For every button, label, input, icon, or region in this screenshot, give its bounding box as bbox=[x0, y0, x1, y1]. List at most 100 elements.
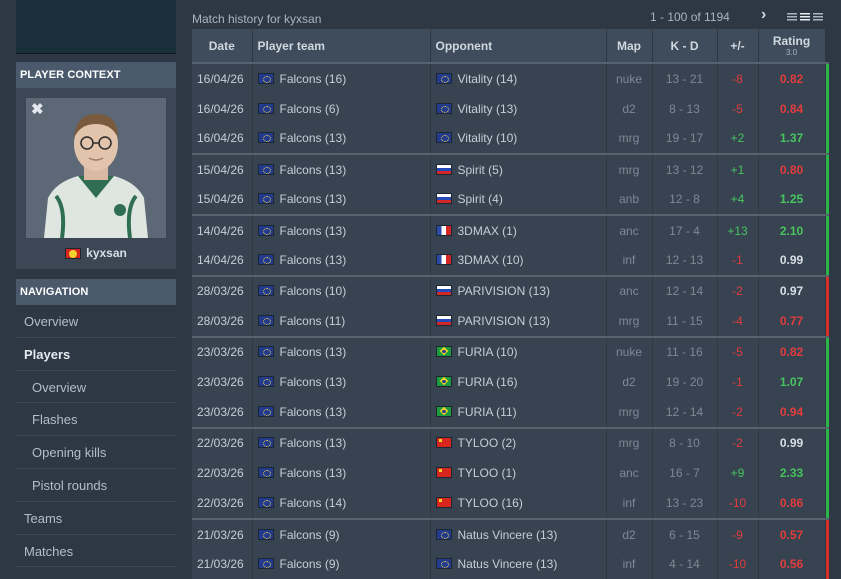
cell-player-team[interactable]: Falcons (13) bbox=[252, 213, 431, 246]
flag-eu-icon bbox=[257, 102, 274, 114]
cell-opponent[interactable]: Spirit (5) bbox=[430, 153, 607, 185]
flag-ru-icon bbox=[435, 163, 452, 175]
cell-map: inf bbox=[606, 245, 653, 276]
cell-opponent[interactable]: Vitality (10) bbox=[430, 123, 607, 155]
table-row[interactable]: 22/03/26 Falcons (13) TYLOO (2) mrg 8 - 10 -2… bbox=[192, 426, 829, 459]
table-row[interactable]: 15/04/26 Falcons (13) Spirit (4) anb 12 - 8 +… bbox=[192, 184, 829, 215]
nav-item-players[interactable]: Players bbox=[16, 338, 176, 371]
table-row[interactable]: 16/04/26 Falcons (6) Vitality (13) d2 8 - 13… bbox=[192, 93, 829, 124]
team-name: Falcons (14) bbox=[279, 496, 347, 511]
cell-player-team[interactable]: Falcons (16) bbox=[252, 61, 431, 94]
cell-player-team[interactable]: Falcons (6) bbox=[252, 93, 431, 124]
cell-player-team[interactable]: Falcons (9) bbox=[252, 549, 431, 579]
col-player-team[interactable]: Player team bbox=[252, 29, 431, 63]
nav-item-flashes[interactable]: Flashes bbox=[16, 403, 176, 437]
cell-opponent[interactable]: Spirit (4) bbox=[430, 184, 607, 215]
cell-player-team[interactable]: Falcons (14) bbox=[252, 488, 431, 519]
cell-diff: -1 bbox=[717, 245, 759, 276]
cell-player-team[interactable]: Falcons (11) bbox=[252, 306, 431, 337]
table-row[interactable]: 23/03/26 Falcons (13) FURIA (16) d2 19 - 20-… bbox=[192, 366, 829, 398]
cell-player-team[interactable]: Falcons (13) bbox=[252, 184, 431, 215]
table-row[interactable]: 15/04/26 Falcons (13) Spirit (5) mrg 13 - 12… bbox=[192, 153, 829, 185]
cell-player-team[interactable]: Falcons (9) bbox=[252, 517, 431, 550]
cell-opponent[interactable]: FURIA (11) bbox=[430, 397, 607, 428]
cell-player-team[interactable]: Falcons (13) bbox=[252, 153, 431, 185]
cell-diff: -2 bbox=[717, 426, 759, 459]
pagination-status: 1 - 100 of 1194 bbox=[650, 10, 730, 24]
cell-opponent[interactable]: 3DMAX (10) bbox=[430, 245, 607, 276]
cell-player-team[interactable]: Falcons (13) bbox=[252, 366, 431, 398]
cell-player-team[interactable]: Falcons (13) bbox=[252, 245, 431, 276]
table-row[interactable]: 28/03/26 Falcons (10) PARIVISION (13) anc 12… bbox=[192, 274, 829, 307]
flag-fr-icon bbox=[435, 254, 452, 266]
cell-opponent[interactable]: FURIA (10) bbox=[430, 335, 607, 367]
cell-opponent[interactable]: TYLOO (2) bbox=[430, 426, 607, 459]
col-rating[interactable]: Rating 3.0 bbox=[758, 29, 826, 63]
cell-diff: +4 bbox=[717, 184, 759, 215]
cell-opponent[interactable]: Vitality (14) bbox=[430, 61, 607, 94]
cell-player-team[interactable]: Falcons (13) bbox=[252, 123, 431, 155]
next-page-icon[interactable]: › bbox=[761, 6, 766, 24]
team-name: Falcons (6) bbox=[279, 101, 340, 116]
cell-opponent[interactable]: 3DMAX (1) bbox=[430, 213, 607, 246]
flag-eu-icon bbox=[257, 497, 274, 509]
table-row[interactable]: 23/03/26 Falcons (13) FURIA (11) mrg 12 - 14… bbox=[192, 397, 829, 428]
team-name: Falcons (13) bbox=[279, 436, 347, 451]
nav-item-pistol-rounds[interactable]: Pistol rounds bbox=[16, 469, 176, 502]
cell-opponent[interactable]: Vitality (13) bbox=[430, 93, 607, 124]
cell-kd: 12 - 14 bbox=[652, 397, 718, 428]
table-row[interactable]: 16/04/26 Falcons (16) Vitality (14) nuke 13 … bbox=[192, 61, 829, 94]
nav-item-players-overview[interactable]: Overview bbox=[16, 371, 176, 404]
cell-kd: 13 - 21 bbox=[652, 61, 718, 94]
opponent-name: Natus Vincere (13) bbox=[457, 527, 558, 542]
team-name: Falcons (13) bbox=[279, 253, 347, 268]
nav-item-overview[interactable]: Overview bbox=[16, 305, 176, 338]
table-row[interactable]: 28/03/26 Falcons (11) PARIVISION (13) mrg 11… bbox=[192, 306, 829, 337]
table-header-row: Date Player team Opponent Map K - D +/- … bbox=[192, 29, 829, 63]
cell-player-team[interactable]: Falcons (13) bbox=[252, 397, 431, 428]
cell-date: 14/04/26 bbox=[192, 213, 253, 246]
table-row[interactable]: 14/04/26 Falcons (13) 3DMAX (1) anc 17 - 4 +1… bbox=[192, 213, 829, 246]
col-kd[interactable]: K - D bbox=[652, 29, 718, 63]
table-row[interactable]: 14/04/26 Falcons (13) 3DMAX (10) inf 12 - 13… bbox=[192, 245, 829, 276]
cell-diff: +9 bbox=[717, 458, 759, 489]
result-indicator bbox=[825, 458, 829, 489]
table-row[interactable]: 22/03/26 Falcons (14) TYLOO (16) inf 13 - 23… bbox=[192, 488, 829, 519]
table-row[interactable]: 16/04/26 Falcons (13) Vitality (10) mrg 19 -… bbox=[192, 123, 829, 155]
table-row[interactable]: 22/03/26 Falcons (13) TYLOO (1) anc 16 - 7 +9… bbox=[192, 458, 829, 489]
close-context-icon[interactable]: ✖ bbox=[31, 100, 44, 118]
cell-player-team[interactable]: Falcons (13) bbox=[252, 426, 431, 459]
cell-opponent[interactable]: PARIVISION (13) bbox=[430, 306, 607, 337]
table-row[interactable]: 23/03/26 Falcons (13) FURIA (10) nuke 11 - 1… bbox=[192, 335, 829, 367]
result-indicator bbox=[825, 306, 829, 337]
nav-item-opening-kills[interactable]: Opening kills bbox=[16, 436, 176, 469]
cell-rating: 0.94 bbox=[758, 397, 826, 428]
detail-view-icon[interactable] bbox=[813, 13, 823, 22]
col-diff[interactable]: +/- bbox=[717, 29, 759, 63]
flag-br-icon bbox=[435, 346, 452, 358]
table-row[interactable]: 21/03/26 Falcons (9) Natus Vincere (13) inf… bbox=[192, 549, 829, 579]
nav-item-teams[interactable]: Teams bbox=[16, 502, 176, 535]
cell-opponent[interactable]: Natus Vincere (13) bbox=[430, 517, 607, 550]
result-indicator bbox=[825, 366, 829, 398]
flag-eu-icon bbox=[257, 376, 274, 388]
table-row[interactable]: 21/03/26 Falcons (9) Natus Vincere (13) d2 6… bbox=[192, 517, 829, 550]
cell-player-team[interactable]: Falcons (13) bbox=[252, 458, 431, 489]
col-date[interactable]: Date bbox=[192, 29, 253, 63]
nav-item-matches[interactable]: Matches bbox=[16, 535, 176, 568]
cell-opponent[interactable]: FURIA (16) bbox=[430, 366, 607, 398]
cell-opponent[interactable]: TYLOO (16) bbox=[430, 488, 607, 519]
result-indicator bbox=[825, 184, 829, 215]
cell-opponent[interactable]: Natus Vincere (13) bbox=[430, 549, 607, 579]
col-opponent[interactable]: Opponent bbox=[430, 29, 607, 63]
opponent-name: Natus Vincere (13) bbox=[457, 557, 558, 572]
cell-player-team[interactable]: Falcons (10) bbox=[252, 274, 431, 307]
cell-opponent[interactable]: TYLOO (1) bbox=[430, 458, 607, 489]
cell-opponent[interactable]: PARIVISION (13) bbox=[430, 274, 607, 307]
compact-view-icon[interactable] bbox=[800, 13, 810, 22]
col-map[interactable]: Map bbox=[606, 29, 653, 63]
list-view-icon[interactable] bbox=[787, 13, 797, 22]
cell-player-team[interactable]: Falcons (13) bbox=[252, 335, 431, 367]
team-name: Falcons (13) bbox=[279, 192, 347, 207]
team-name: Falcons (9) bbox=[279, 557, 340, 572]
